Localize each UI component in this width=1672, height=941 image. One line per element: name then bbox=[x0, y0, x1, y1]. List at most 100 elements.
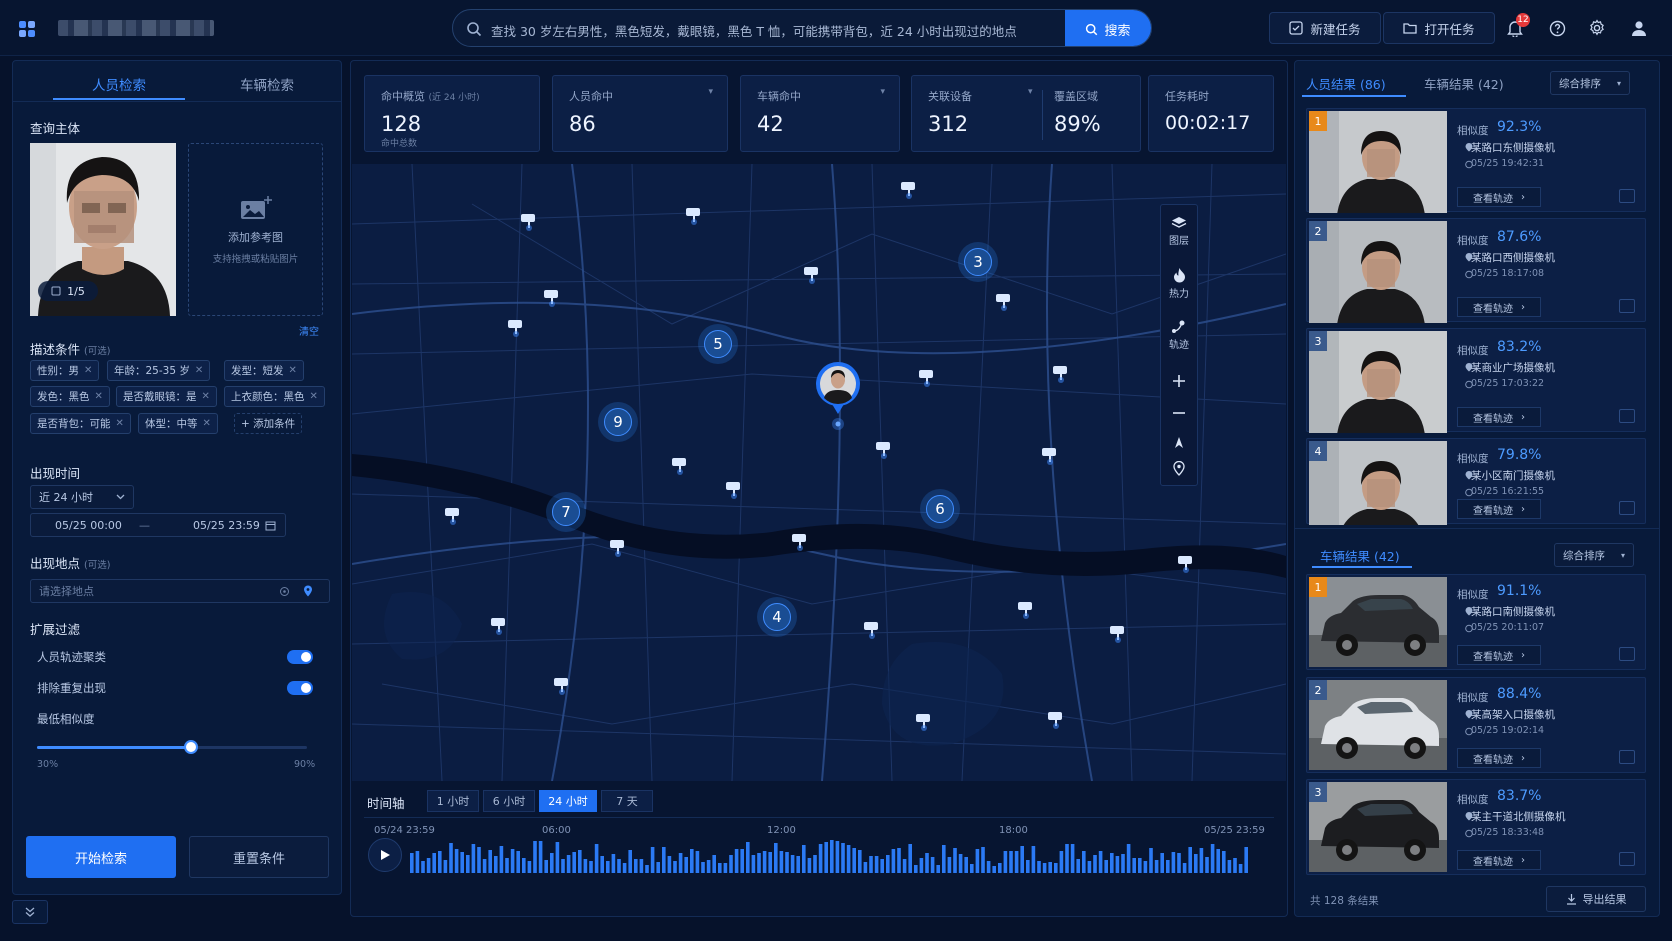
vehicle-sort-select[interactable]: 综合排序 ▾ bbox=[1554, 543, 1634, 567]
close-icon[interactable]: ✕ bbox=[116, 418, 124, 429]
camera-marker-icon[interactable] bbox=[1106, 620, 1130, 644]
search-button[interactable]: 搜索 bbox=[1065, 10, 1151, 46]
view-track-button[interactable]: 查看轨迹 › bbox=[1457, 748, 1541, 768]
zoom-in-button[interactable] bbox=[1160, 366, 1198, 396]
cluster-toggle[interactable] bbox=[287, 650, 313, 664]
person-result-card[interactable]: 4 相似度 79.8% 某小区南门摄像机 05/25 16:21:55 查看轨迹 › bbox=[1306, 438, 1646, 525]
camera-marker-icon[interactable] bbox=[550, 672, 574, 696]
camera-cluster[interactable]: 6 bbox=[920, 489, 960, 529]
sort-select[interactable]: 综合排序 ▾ bbox=[1550, 71, 1630, 95]
view-track-button[interactable]: 查看轨迹 › bbox=[1457, 499, 1541, 519]
image-icon[interactable] bbox=[1619, 299, 1635, 313]
trajectory-button[interactable]: 轨迹 bbox=[1160, 312, 1198, 358]
condition-chip[interactable]: 是否背包：可能 ✕ bbox=[30, 413, 131, 434]
camera-marker-icon[interactable] bbox=[872, 436, 896, 460]
add-reference-dropzone[interactable]: 添加参考图 支持拖拽或粘贴图片 bbox=[188, 143, 323, 316]
camera-cluster[interactable]: 3 bbox=[958, 242, 998, 282]
person-result-card[interactable]: 3 相似度 83.2% 某商业广场摄像机 05/25 17:03:22 查看轨迹 › bbox=[1306, 328, 1646, 433]
image-icon[interactable] bbox=[1619, 647, 1635, 661]
camera-cluster[interactable]: 9 bbox=[598, 402, 638, 442]
view-track-button[interactable]: 查看轨迹 › bbox=[1457, 407, 1541, 427]
user-avatar-icon[interactable] bbox=[1627, 16, 1651, 40]
locate-button[interactable] bbox=[1160, 456, 1198, 480]
close-icon[interactable]: ✕ bbox=[84, 365, 92, 376]
new-task-button[interactable]: 新建任务 bbox=[1269, 12, 1381, 44]
play-button[interactable] bbox=[368, 838, 402, 872]
range-24h[interactable]: 24 小时 bbox=[539, 790, 597, 812]
camera-marker-icon[interactable] bbox=[897, 176, 921, 200]
result-thumbnail[interactable]: 1 bbox=[1309, 111, 1447, 213]
map-view[interactable]: 3 5 9 7 6 4 图层 热力 轨迹 bbox=[352, 164, 1286, 781]
target-icon[interactable] bbox=[279, 586, 290, 597]
camera-marker-icon[interactable] bbox=[1038, 442, 1062, 466]
stat-vehicle-hits[interactable]: 车辆命中 ▾ 42 bbox=[740, 75, 900, 152]
activity-histogram[interactable] bbox=[410, 837, 1258, 873]
search-bar[interactable]: 查找 30 岁左右男性，黑色短发，戴眼镜，黑色 T 恤，可能携带背包，近 24 … bbox=[452, 9, 1152, 47]
camera-marker-icon[interactable] bbox=[722, 476, 746, 500]
settings-gear-icon[interactable] bbox=[1585, 16, 1609, 40]
camera-marker-icon[interactable] bbox=[800, 261, 824, 285]
image-icon[interactable] bbox=[1619, 750, 1635, 764]
close-icon[interactable]: ✕ bbox=[310, 391, 318, 402]
camera-marker-icon[interactable] bbox=[441, 502, 465, 526]
time-range-select[interactable]: 近 24 小时 bbox=[30, 485, 134, 509]
date-range-picker[interactable]: 05/25 00:00 — 05/25 23:59 bbox=[30, 513, 286, 537]
condition-chip[interactable]: 是否戴眼镜：是 ✕ bbox=[116, 386, 217, 407]
close-icon[interactable]: ✕ bbox=[202, 391, 210, 402]
image-icon[interactable] bbox=[1619, 409, 1635, 423]
collapse-button[interactable] bbox=[12, 900, 48, 924]
close-icon[interactable]: ✕ bbox=[95, 391, 103, 402]
tab-person-search[interactable]: 人员检索 bbox=[53, 74, 185, 94]
notification-bell-icon[interactable]: 12 bbox=[1503, 13, 1530, 40]
condition-chip[interactable]: 发色：黑色 ✕ bbox=[30, 386, 110, 407]
image-icon[interactable] bbox=[1619, 501, 1635, 515]
stat-device-coverage[interactable]: 关联设备 ▾ 312 覆盖区域 89% bbox=[911, 75, 1141, 152]
vehicle-result-card[interactable]: 2 相似度 88.4% 某高架入口摄像机 05/25 19:02:14 查看轨迹 › bbox=[1306, 677, 1646, 773]
target-person-marker[interactable] bbox=[814, 360, 862, 446]
vehicle-result-card[interactable]: 1 相似度 91.1% 某路口南侧摄像机 05/25 20:11:07 查看轨迹 › bbox=[1306, 574, 1646, 670]
export-button[interactable]: 导出结果 bbox=[1546, 886, 1646, 912]
subject-photo[interactable]: 1/5 bbox=[30, 143, 176, 316]
layers-button[interactable]: 图层 bbox=[1160, 208, 1198, 254]
tab-vehicle-search[interactable]: 车辆检索 bbox=[201, 74, 333, 94]
range-1h[interactable]: 1 小时 bbox=[427, 790, 479, 812]
close-icon[interactable]: ✕ bbox=[203, 418, 211, 429]
camera-marker-icon[interactable] bbox=[1049, 360, 1073, 384]
view-track-button[interactable]: 查看轨迹 › bbox=[1457, 297, 1541, 317]
close-icon[interactable]: ✕ bbox=[289, 365, 297, 376]
camera-marker-icon[interactable] bbox=[504, 314, 528, 338]
view-track-button[interactable]: 查看轨迹 › bbox=[1457, 187, 1541, 207]
dedupe-toggle[interactable] bbox=[287, 681, 313, 695]
camera-marker-icon[interactable] bbox=[1174, 550, 1198, 574]
camera-marker-icon[interactable] bbox=[682, 202, 706, 226]
open-task-button[interactable]: 打开任务 bbox=[1383, 12, 1495, 44]
person-result-card[interactable]: 1 相似度 92.3% 某路口东侧摄像机 05/25 19:42:31 查看轨迹 › bbox=[1306, 108, 1646, 213]
camera-cluster[interactable]: 4 bbox=[757, 597, 797, 637]
result-thumbnail[interactable]: 3 bbox=[1309, 782, 1447, 876]
stat-person-hits[interactable]: 人员命中 ▾ 86 bbox=[552, 75, 728, 152]
compass-button[interactable] bbox=[1160, 432, 1198, 454]
camera-marker-icon[interactable] bbox=[668, 452, 692, 476]
heatmap-button[interactable]: 热力 bbox=[1160, 260, 1198, 306]
vehicle-section-title[interactable]: 车辆结果 (42) bbox=[1320, 546, 1400, 565]
tab-vehicle-results[interactable]: 车辆结果 (42) bbox=[1424, 74, 1504, 93]
image-icon[interactable] bbox=[1619, 852, 1635, 866]
search-input[interactable]: 查找 30 岁左右男性，黑色短发，戴眼镜，黑色 T 恤，可能携带背包，近 24 … bbox=[491, 21, 1017, 40]
slider-handle[interactable] bbox=[183, 740, 198, 754]
view-track-button[interactable]: 查看轨迹 › bbox=[1457, 645, 1541, 665]
place-input[interactable]: 请选择地点 bbox=[30, 579, 330, 603]
camera-marker-icon[interactable] bbox=[915, 364, 939, 388]
camera-marker-icon[interactable] bbox=[788, 528, 812, 552]
person-result-card[interactable]: 2 相似度 87.6% 某路口西侧摄像机 05/25 18:17:08 查看轨迹 › bbox=[1306, 218, 1646, 323]
camera-marker-icon[interactable] bbox=[912, 708, 936, 732]
clear-link[interactable]: 清空 bbox=[299, 323, 319, 338]
camera-marker-icon[interactable] bbox=[517, 208, 541, 232]
photo-counter[interactable]: 1/5 bbox=[38, 281, 98, 301]
add-condition-button[interactable]: + 添加条件 bbox=[234, 413, 303, 434]
condition-chip[interactable]: 年龄：25-35 岁 ✕ bbox=[107, 360, 211, 381]
result-thumbnail[interactable]: 4 bbox=[1309, 441, 1447, 525]
camera-cluster[interactable]: 5 bbox=[698, 324, 738, 364]
result-thumbnail[interactable]: 2 bbox=[1309, 680, 1447, 774]
location-pin-icon[interactable] bbox=[303, 585, 313, 597]
camera-marker-icon[interactable] bbox=[487, 612, 511, 636]
